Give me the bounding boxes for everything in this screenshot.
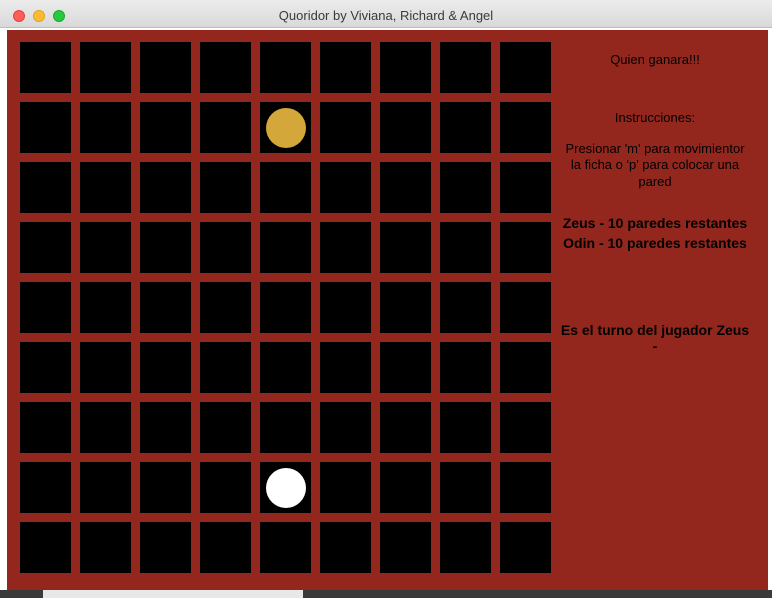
board-cell[interactable]: [500, 222, 551, 273]
board-cell[interactable]: [20, 522, 71, 573]
board-cell[interactable]: [80, 162, 131, 213]
board-cell[interactable]: [500, 462, 551, 513]
window-titlebar: Quoridor by Viviana, Richard & Angel: [0, 0, 772, 28]
board-cell[interactable]: [380, 42, 431, 93]
board-cell[interactable]: [320, 342, 371, 393]
board-cell[interactable]: [200, 222, 251, 273]
board-cell[interactable]: [80, 102, 131, 153]
board-cell[interactable]: [140, 462, 191, 513]
board-cell[interactable]: [140, 522, 191, 573]
board-cell[interactable]: [440, 162, 491, 213]
board-cell[interactable]: [440, 402, 491, 453]
board-cell[interactable]: [140, 282, 191, 333]
board-cell[interactable]: [380, 282, 431, 333]
instructions-line-3: pared: [638, 174, 672, 189]
board-cell[interactable]: [260, 42, 311, 93]
board-cell[interactable]: [200, 102, 251, 153]
game-canvas[interactable]: Quien ganara!!! Instrucciones: Presionar…: [7, 30, 768, 590]
winner-heading: Quien ganara!!!: [610, 52, 700, 67]
instructions-line-2: la ficha o 'p' para colocar una: [570, 157, 740, 172]
board-cell[interactable]: [320, 522, 371, 573]
odin-walls-remaining: Odin - 10 paredes restantes: [563, 235, 747, 251]
bottom-strip: [0, 590, 772, 598]
board-cell[interactable]: [140, 342, 191, 393]
board-cell[interactable]: [260, 342, 311, 393]
board-cell[interactable]: [80, 222, 131, 273]
board-cell[interactable]: [260, 282, 311, 333]
board-cell[interactable]: [80, 522, 131, 573]
board-cell[interactable]: [260, 522, 311, 573]
board-cell[interactable]: [80, 402, 131, 453]
board-cell[interactable]: [440, 462, 491, 513]
board-cell[interactable]: [320, 282, 371, 333]
board-cell[interactable]: [380, 342, 431, 393]
board-cell[interactable]: [260, 222, 311, 273]
board-cell[interactable]: [500, 522, 551, 573]
board-cell[interactable]: [20, 402, 71, 453]
board-cell[interactable]: [140, 162, 191, 213]
turn-indicator: Es el turno del jugador Zeus: [560, 322, 750, 338]
board-cell[interactable]: [140, 102, 191, 153]
board-cell[interactable]: [200, 342, 251, 393]
board-cell[interactable]: [20, 222, 71, 273]
board-cell[interactable]: [440, 42, 491, 93]
board-cell[interactable]: [140, 42, 191, 93]
board-cell[interactable]: [140, 222, 191, 273]
board-cell[interactable]: [200, 162, 251, 213]
window-title: Quoridor by Viviana, Richard & Angel: [278, 8, 494, 23]
zeus-pawn[interactable]: [265, 107, 306, 148]
board-cell[interactable]: [80, 282, 131, 333]
board-cell[interactable]: [200, 282, 251, 333]
board-cell[interactable]: [80, 462, 131, 513]
board-cell[interactable]: [440, 222, 491, 273]
board-cell[interactable]: [500, 42, 551, 93]
board-cell[interactable]: [500, 162, 551, 213]
board-cell[interactable]: [440, 522, 491, 573]
board-cell[interactable]: [440, 342, 491, 393]
board-cell[interactable]: [380, 402, 431, 453]
odin-pawn[interactable]: [265, 467, 306, 508]
board-cell[interactable]: [140, 402, 191, 453]
instructions-line-1: Presionar 'm' para movimientor: [565, 141, 745, 156]
zeus-walls-remaining: Zeus - 10 paredes restantes: [562, 215, 748, 231]
board-cell[interactable]: [380, 522, 431, 573]
board-cell[interactable]: [320, 462, 371, 513]
board-cell[interactable]: [200, 402, 251, 453]
board-cell[interactable]: [20, 102, 71, 153]
board-cell[interactable]: [20, 282, 71, 333]
board-cell[interactable]: [500, 402, 551, 453]
turn-indicator-dash: -: [652, 338, 658, 354]
board-cell[interactable]: [200, 42, 251, 93]
board-cell[interactable]: [380, 162, 431, 213]
board-cell[interactable]: [500, 102, 551, 153]
board-cell[interactable]: [260, 402, 311, 453]
board-cell[interactable]: [320, 102, 371, 153]
board-cell[interactable]: [200, 522, 251, 573]
board-cell[interactable]: [440, 102, 491, 153]
board-cell[interactable]: [320, 42, 371, 93]
board-cell[interactable]: [320, 222, 371, 273]
board-cell[interactable]: [80, 342, 131, 393]
board-cell[interactable]: [20, 162, 71, 213]
board-cell[interactable]: [20, 42, 71, 93]
board-cell[interactable]: [260, 162, 311, 213]
board-cell[interactable]: [380, 462, 431, 513]
board-cell[interactable]: [20, 342, 71, 393]
board-cell[interactable]: [380, 102, 431, 153]
board-cell[interactable]: [320, 402, 371, 453]
board-cell[interactable]: [500, 342, 551, 393]
board-cell[interactable]: [20, 462, 71, 513]
board-cell[interactable]: [440, 282, 491, 333]
board-cell[interactable]: [500, 282, 551, 333]
board-cell[interactable]: [380, 222, 431, 273]
board-cell[interactable]: [80, 42, 131, 93]
board-cell[interactable]: [320, 162, 371, 213]
instructions-title: Instrucciones:: [614, 110, 696, 125]
board-cell[interactable]: [200, 462, 251, 513]
